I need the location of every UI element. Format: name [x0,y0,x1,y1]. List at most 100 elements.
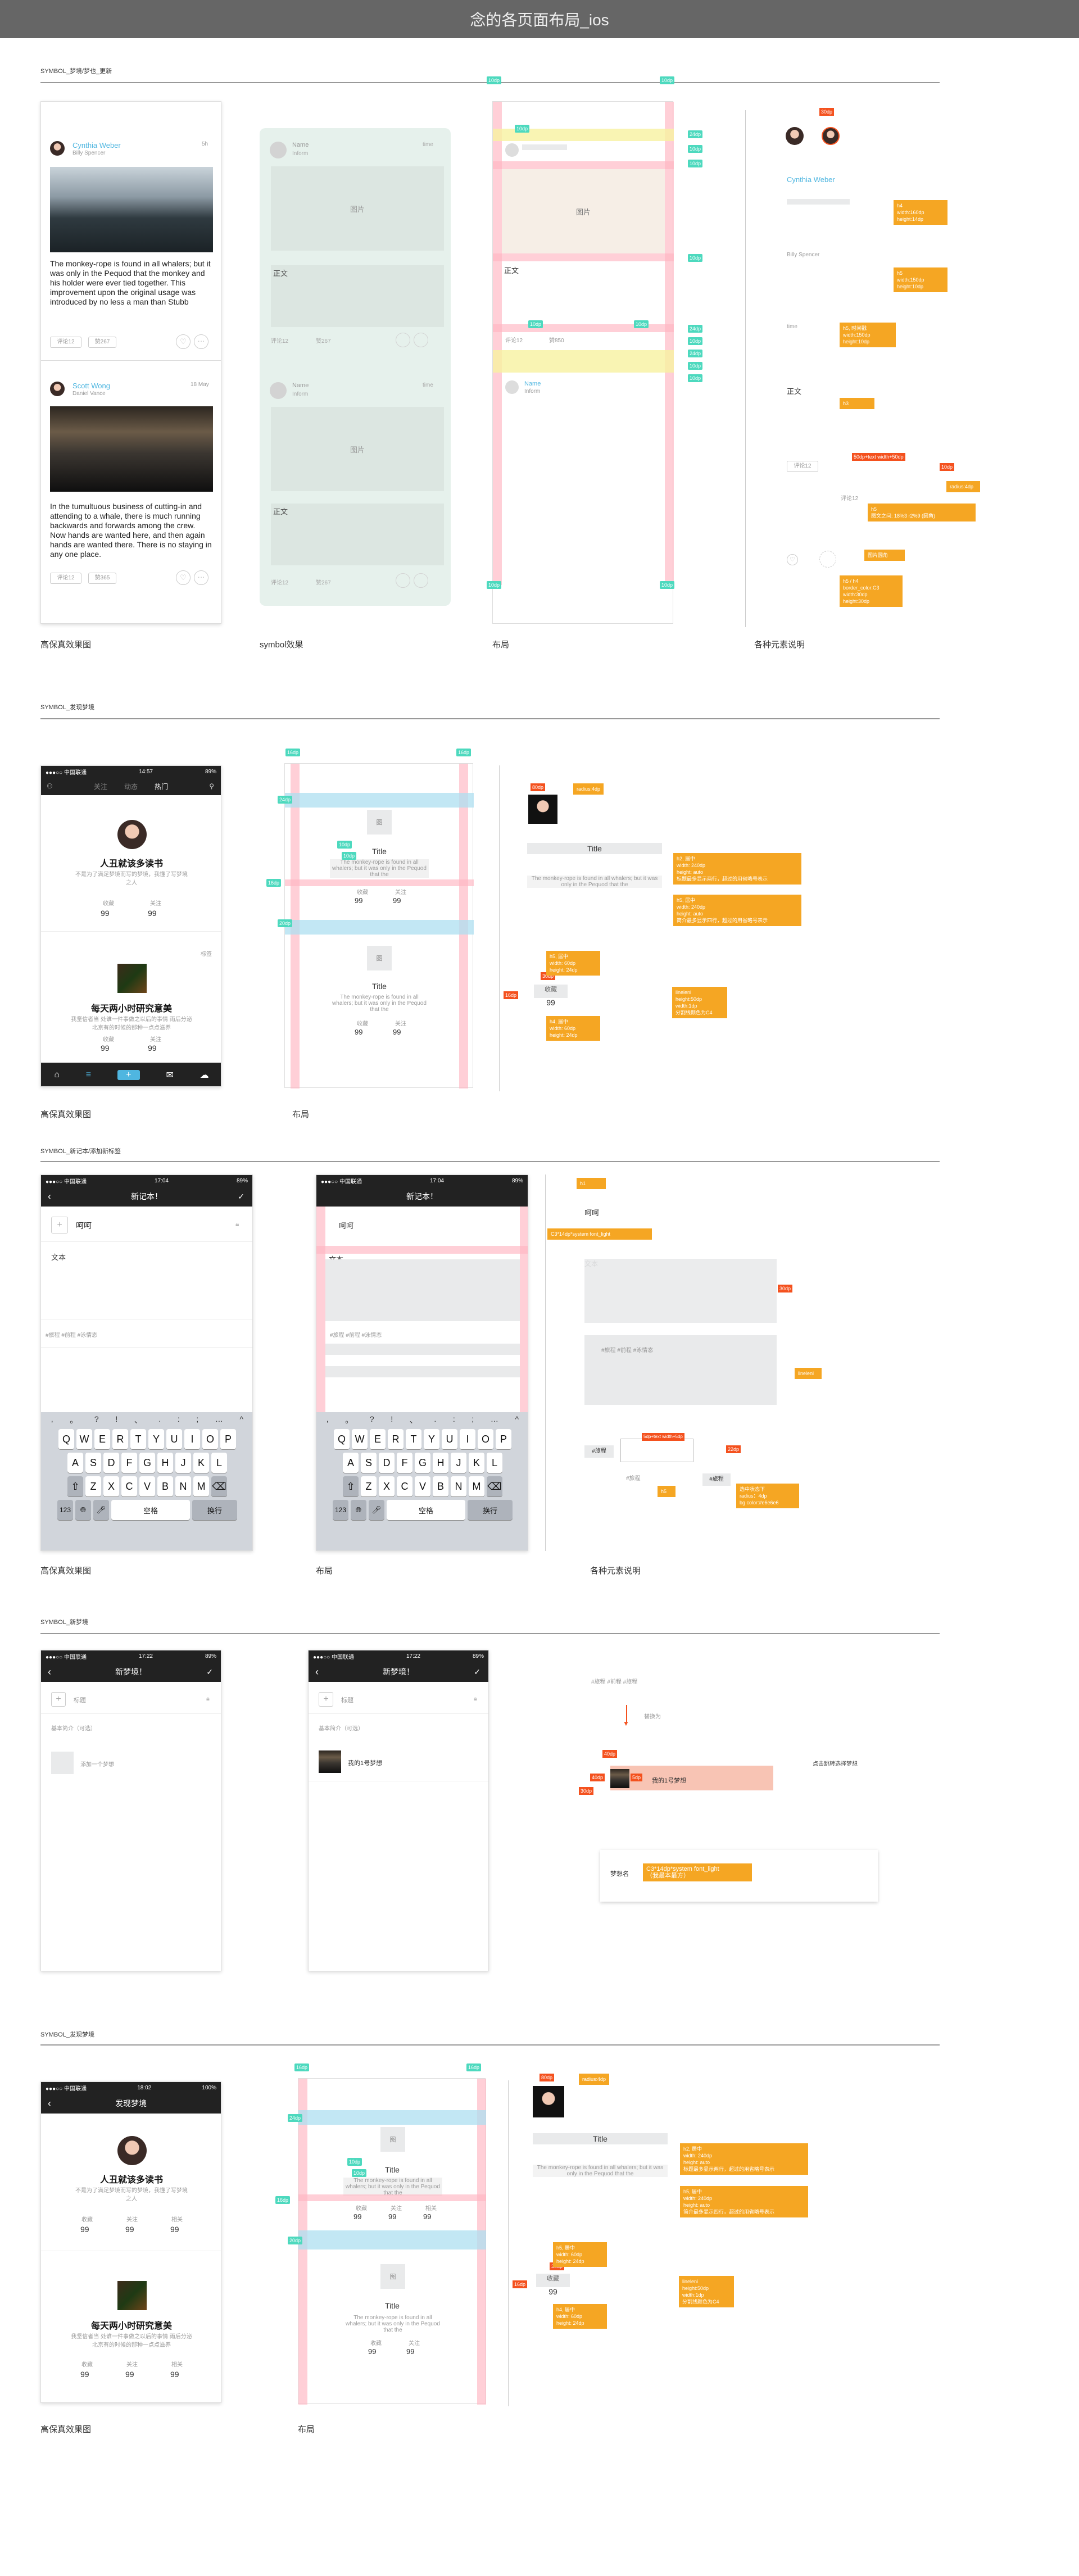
battery: 100% [202,2084,216,2091]
spec-note: h2, 居中 width: 240dp height: auto 标题最多显示两… [673,853,801,885]
author-name[interactable]: Scott Wong [72,382,110,390]
key-b[interactable]: B [157,1476,173,1496]
avatar[interactable] [50,382,65,396]
body-input[interactable]: 文本 [51,1251,66,1262]
title-input[interactable]: 标题 [341,1695,353,1704]
lock-icon[interactable]: 🔒︎ [206,1695,210,1703]
chat-icon[interactable]: ☁ [200,1069,209,1081]
user-icon[interactable]: ⚇ [47,782,53,790]
key-q[interactable]: Q [58,1429,74,1449]
comment-button[interactable]: 评论12 [50,337,81,348]
post-image[interactable] [50,406,213,492]
key-z[interactable]: Z [85,1476,101,1496]
heart-icon [396,573,410,588]
nav-title: 新记本！ [131,1192,162,1201]
add-image-icon[interactable]: + [51,1217,68,1233]
key-p[interactable]: P [220,1429,236,1449]
dream-thumbnail[interactable] [117,964,147,993]
spec-note: h3 [840,398,874,409]
add-image-icon[interactable]: + [319,1692,333,1707]
key-v[interactable]: V [139,1476,155,1496]
space-key[interactable]: 空格 [111,1500,190,1520]
intro-input[interactable]: 基本简介（可选） [319,1724,364,1732]
check-icon[interactable]: ✓ [206,1667,213,1677]
comment-button[interactable]: 评论12 [50,573,81,584]
tag-list[interactable]: #旅程 #前程 #泳情态 [46,1330,97,1339]
mail-icon[interactable]: ✉ [166,1069,173,1081]
more-icon[interactable]: ··· [194,334,208,349]
key-d[interactable]: D [103,1453,119,1473]
key-h[interactable]: H [157,1453,173,1473]
key-y[interactable]: Y [148,1429,164,1449]
key-c[interactable]: C [121,1476,137,1496]
dream-thumbnail[interactable] [117,2281,147,2310]
lock-icon[interactable]: 🔒︎ [474,1695,477,1703]
num-key[interactable]: 123 [57,1500,73,1520]
key-i[interactable]: I [184,1429,200,1449]
shift-key[interactable]: ⇧ [67,1476,83,1496]
add-image-icon[interactable]: + [51,1692,66,1707]
key-u[interactable]: U [166,1429,182,1449]
check-icon[interactable]: ✓ [238,1192,244,1201]
title-input[interactable]: 呵呵 [76,1220,92,1231]
key-t[interactable]: T [130,1429,146,1449]
column-divider [545,1174,546,1551]
mic-key[interactable]: 🎤︎ [93,1500,109,1520]
avatar[interactable] [50,141,65,156]
list-icon[interactable]: ≡ [86,1070,91,1080]
text-placeholder: The monkey-rope is found in all whalers;… [343,2178,442,2196]
key-x[interactable]: X [103,1476,119,1496]
author-name[interactable]: Cynthia Weber [72,141,121,149]
spec-note: 图片圆角 [864,550,905,561]
add-dream-button[interactable]: 添加一个梦想 [80,1759,114,1768]
search-icon[interactable]: ⚲ [209,782,214,790]
key-s[interactable]: S [85,1453,101,1473]
avatar[interactable] [117,2136,147,2165]
key-w[interactable]: W [76,1429,92,1449]
key-a[interactable]: A [67,1453,83,1473]
key-l[interactable]: L [211,1453,227,1473]
image-placeholder: 图 [367,946,392,970]
tab-hot[interactable]: 热门 [155,782,168,791]
return-key[interactable]: 换行 [192,1500,237,1520]
like-button[interactable]: 赞365 [88,573,116,584]
key-m[interactable]: M [193,1476,209,1496]
card-desc: 我坚信者当 处谁一件事做之以后的事情 雨后分泌 北京有的时候的那种一点点滋养 [71,1017,192,1031]
plus-icon[interactable]: + [117,1070,140,1080]
avatar[interactable] [117,820,147,849]
key-k[interactable]: K [193,1453,209,1473]
home-icon[interactable]: ⌂ [54,1070,60,1080]
dream-thumb[interactable] [319,1750,341,1773]
back-icon[interactable]: ‹ [48,1666,51,1678]
intro-input[interactable]: 基本简介（可选） [51,1724,96,1732]
key-j[interactable]: J [175,1453,191,1473]
key-r[interactable]: R [112,1429,128,1449]
key-f[interactable]: F [121,1453,137,1473]
globe-key[interactable]: 🌐︎ [75,1500,91,1520]
tab-dynamic[interactable]: 动态 [124,782,138,791]
back-icon[interactable]: ‹ [48,1191,51,1203]
delete-key[interactable]: ⌫ [211,1476,227,1496]
title-input[interactable]: 标题 [74,1695,86,1704]
like-button[interactable]: 赞267 [88,337,116,348]
heart-icon[interactable]: ♡ [176,570,191,585]
more-icon[interactable]: ··· [194,570,208,585]
key-e[interactable]: E [94,1429,110,1449]
dream-item[interactable]: 我的1号梦想 [348,1758,382,1767]
stat-label: 关注 [409,2341,420,2347]
divider [41,1241,252,1242]
dream-thumb-placeholder[interactable] [51,1752,74,1774]
back-icon[interactable]: ‹ [315,1666,319,1678]
key-v: V [415,1476,430,1496]
lock-icon[interactable]: 🔒︎ [235,1220,239,1228]
key-o[interactable]: O [202,1429,218,1449]
key-g[interactable]: G [139,1453,155,1473]
key-n[interactable]: N [175,1476,191,1496]
sub-sample: Billy Spencer [787,252,820,258]
spacing-guide [325,1366,520,1377]
post-image[interactable] [50,167,213,252]
tab-follow[interactable]: 关注 [94,782,107,791]
check-icon[interactable]: ✓ [474,1667,480,1677]
back-icon[interactable]: ‹ [48,2098,51,2110]
heart-icon[interactable]: ♡ [176,334,191,349]
